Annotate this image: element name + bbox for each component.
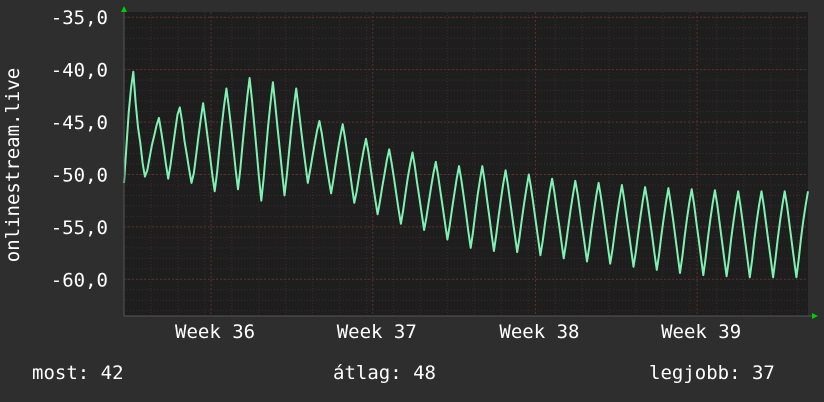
y-axis-ticks: -35,0 -40,0 -45,0 -50,0 -55,0 -60,0	[51, 7, 108, 291]
current-label: most:	[32, 362, 90, 384]
y-tick-label: -40,0	[51, 60, 108, 82]
x-axis-arrow-icon	[812, 313, 818, 319]
average-label: átlag:	[333, 362, 402, 384]
y-tick-label: -50,0	[51, 164, 108, 186]
y-tick-label: -35,0	[51, 7, 108, 29]
best-value: 37	[751, 362, 775, 384]
current-value: 42	[100, 362, 124, 384]
x-tick-label: Week 36	[175, 321, 255, 343]
x-tick-label: Week 38	[499, 321, 579, 343]
x-tick-label: Week 37	[337, 321, 417, 343]
x-axis-ticks: Week 36 Week 37 Week 38 Week 39	[175, 321, 741, 343]
y-axis-arrow-icon	[121, 6, 127, 12]
average-value: 48	[413, 362, 436, 384]
y-axis-label: onlinestream.live	[2, 68, 24, 262]
chart: -35,0-40,0-45,0-50,0-55,0-60,0 Week 36 We…	[2, 6, 818, 343]
y-tick-label: -60,0	[51, 269, 108, 291]
y-tick-label: -55,0	[51, 217, 108, 239]
footer-current: most: 42	[32, 362, 124, 384]
footer-average: átlag: 48	[333, 362, 436, 384]
x-tick-label: Week 39	[661, 321, 741, 343]
footer-best: legjobb: 37	[649, 362, 775, 384]
y-tick-label: -45,0	[51, 112, 108, 134]
best-label: legjobb:	[649, 362, 741, 384]
